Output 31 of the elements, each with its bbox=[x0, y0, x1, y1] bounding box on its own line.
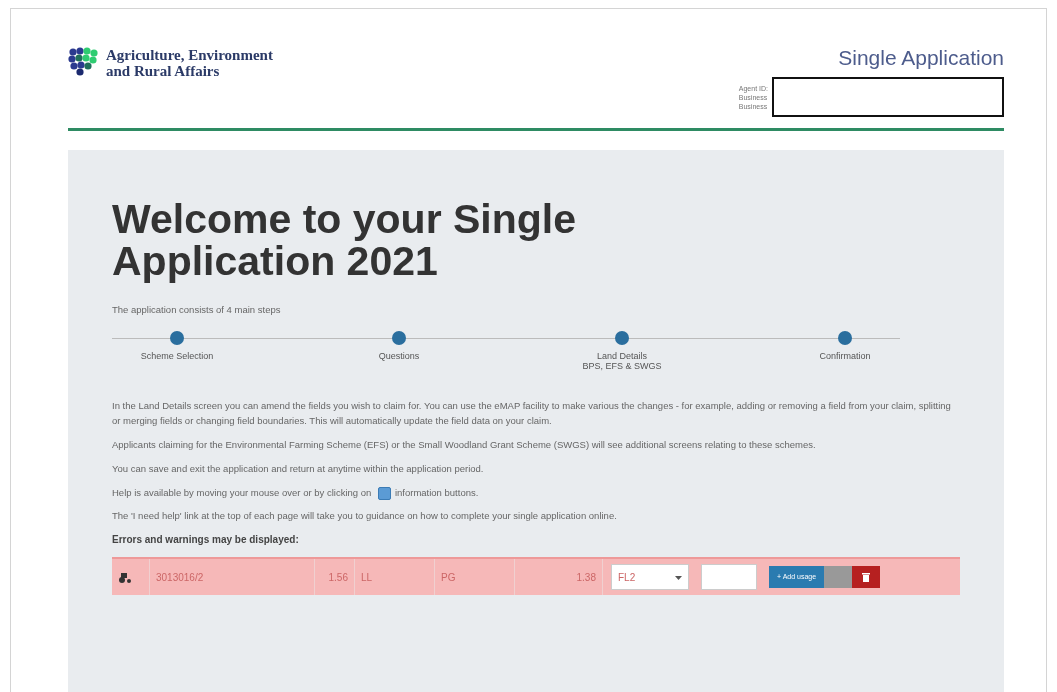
body-text: The 'I need help' link at the top of each page will take you to guidance on how to complete your single application online. bbox=[112, 509, 618, 523]
intro-text: The application consists of 4 main steps bbox=[112, 303, 282, 317]
land-code: LL bbox=[361, 570, 373, 585]
step-label: Confirmation bbox=[818, 351, 872, 361]
value-input[interactable] bbox=[701, 564, 757, 590]
info-icon[interactable] bbox=[377, 487, 391, 500]
step-dot bbox=[615, 331, 629, 345]
area-value: 1.56 bbox=[328, 570, 348, 585]
step-label: Questions bbox=[377, 351, 421, 361]
step-label: Scheme Selection bbox=[139, 351, 215, 361]
step-dot bbox=[170, 331, 184, 345]
errors-heading: Errors and warnings may be displayed: bbox=[112, 533, 300, 547]
step-dot bbox=[838, 331, 852, 345]
logo-icon bbox=[68, 47, 98, 77]
usage-select[interactable]: FL2 bbox=[611, 564, 689, 590]
caret-icon bbox=[675, 575, 682, 580]
org-name: Agriculture, Environment and Rural Affairs bbox=[106, 47, 273, 79]
step-label: Land Details BPS, EFS & SWGS bbox=[581, 351, 663, 371]
body-text: information buttons. bbox=[394, 487, 479, 498]
page-heading: Welcome to your Single Application 2021 bbox=[112, 198, 577, 282]
app-title: Single Application bbox=[838, 47, 1004, 69]
field-number: 3013016/2 bbox=[156, 570, 204, 585]
use-code: PG bbox=[441, 570, 456, 585]
bin-icon bbox=[862, 573, 871, 583]
body-text: Help is available by moving your mouse over or by clicking on bbox=[112, 487, 372, 498]
step-dot bbox=[392, 331, 406, 345]
body-text: You can save and exit the application and return at anytime within the application period. bbox=[112, 462, 485, 476]
delete-button[interactable] bbox=[852, 566, 881, 588]
body-text: Applicants claiming for the Environmental Farming Scheme (EFS) or the Small Woodland Grant Scheme (SWGS) will see additional screens relating to these schemes. bbox=[112, 438, 817, 452]
claimed-area: 1.38 bbox=[576, 569, 596, 585]
body-text: In the Land Details screen you can amend the fields you wish to claim for. You can use the eMAP facility to make various the changes - for example, adding or removing a field from your claim, splitting or merging fields or changing field boundaries. This will automatically update the field data on your claim. bbox=[112, 399, 952, 428]
